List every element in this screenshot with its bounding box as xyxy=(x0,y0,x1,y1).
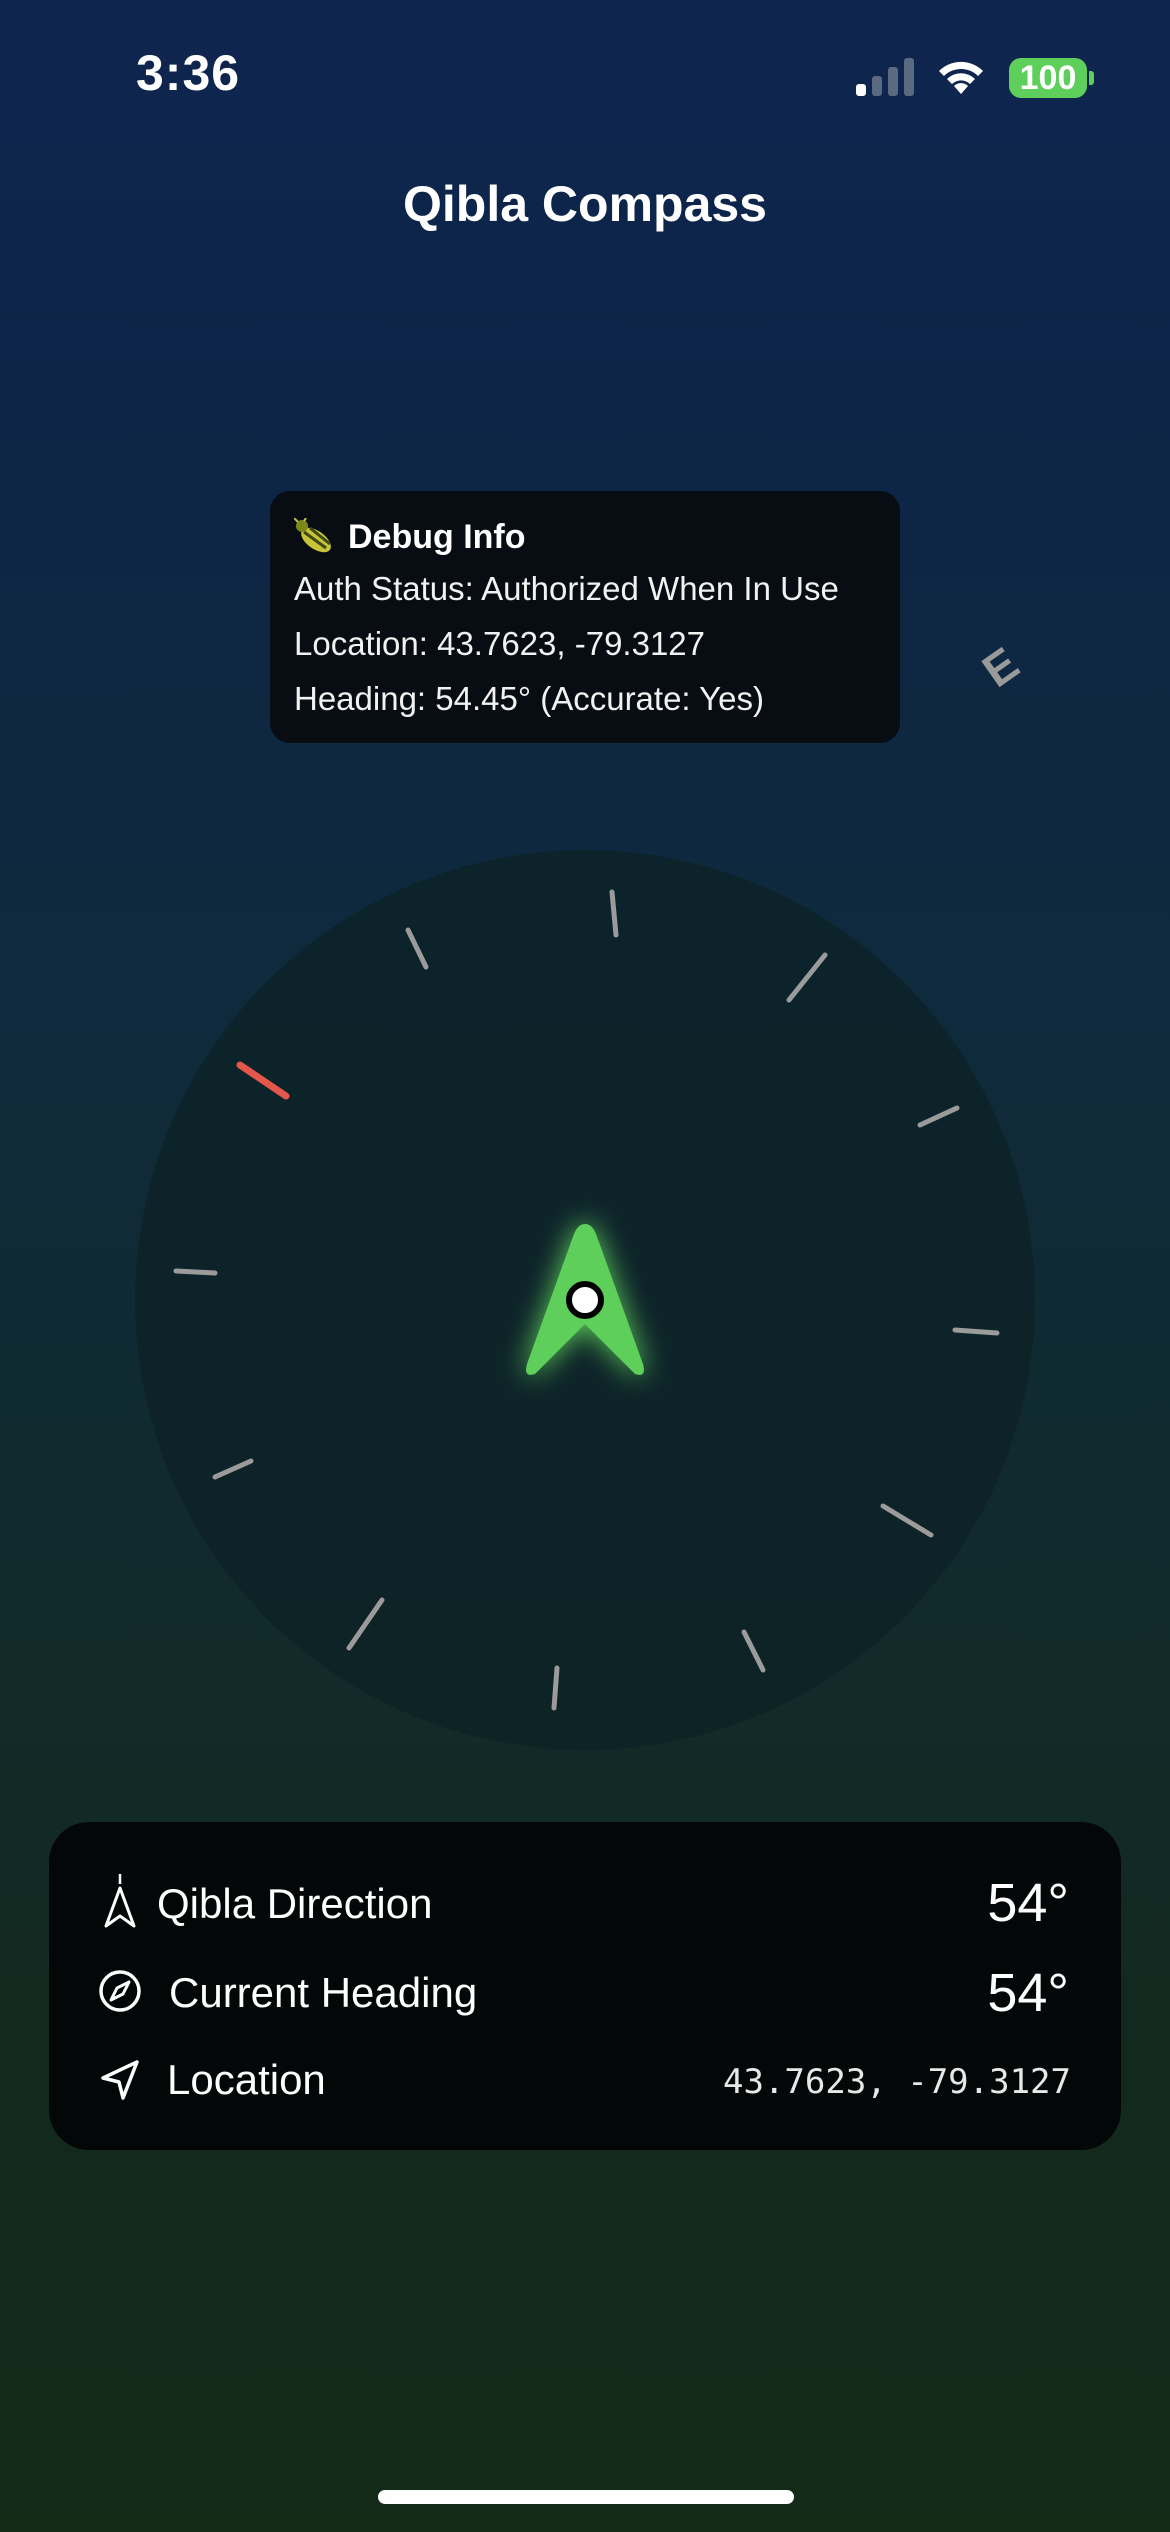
wifi-icon xyxy=(939,61,983,94)
debug-title-row: Debug Info xyxy=(294,513,876,561)
current-heading-value: 54° xyxy=(987,1963,1069,2023)
debug-info-card: Debug Info Auth Status: Authorized When … xyxy=(270,491,900,743)
qibla-direction-value: 54° xyxy=(987,1873,1069,1933)
qibla-info-card: Qibla Direction 54° Current Heading 54° … xyxy=(49,1822,1121,2150)
info-row-heading: Current Heading 54° xyxy=(49,1952,1121,2032)
home-indicator[interactable] xyxy=(378,2490,794,2504)
qibla-arrow-icon xyxy=(104,1874,136,1928)
debug-heading: Heading: 54.45° (Accurate: Yes) xyxy=(294,680,764,717)
compass-tick xyxy=(952,1327,1000,1336)
status-bar: 3:36 100 xyxy=(0,0,1170,150)
battery-cap xyxy=(1089,71,1094,85)
info-row-qibla: Qibla Direction 54° xyxy=(49,1862,1121,1942)
info-row-location: Location 43.7623, -79.3127 xyxy=(49,2040,1121,2120)
compass-center-dot xyxy=(566,1281,604,1319)
location-arrow-icon xyxy=(101,2060,139,2100)
page-title: Qibla Compass xyxy=(403,176,767,232)
battery-icon: 100 xyxy=(1009,58,1087,98)
status-time: 3:36 xyxy=(136,45,241,101)
compass-east-label: E xyxy=(972,636,1028,698)
location-value: 43.7623, -79.3127 xyxy=(723,2062,1071,2102)
debug-location: Location: 43.7623, -79.3127 xyxy=(294,625,706,662)
cellular-signal-icon xyxy=(856,58,914,96)
compass-dial xyxy=(135,850,1035,1750)
location-label: Location xyxy=(167,2056,326,2103)
qibla-direction-label: Qibla Direction xyxy=(157,1880,433,1927)
compass-tick xyxy=(173,1268,218,1276)
debug-title: Debug Info xyxy=(348,517,526,556)
compass-icon xyxy=(99,1970,141,2012)
battery-level: 100 xyxy=(1019,58,1077,97)
bug-icon xyxy=(294,518,331,553)
compass-tick xyxy=(551,1665,560,1711)
debug-auth-status: Auth Status: Authorized When In Use xyxy=(294,570,839,607)
current-heading-label: Current Heading xyxy=(169,1969,478,2016)
